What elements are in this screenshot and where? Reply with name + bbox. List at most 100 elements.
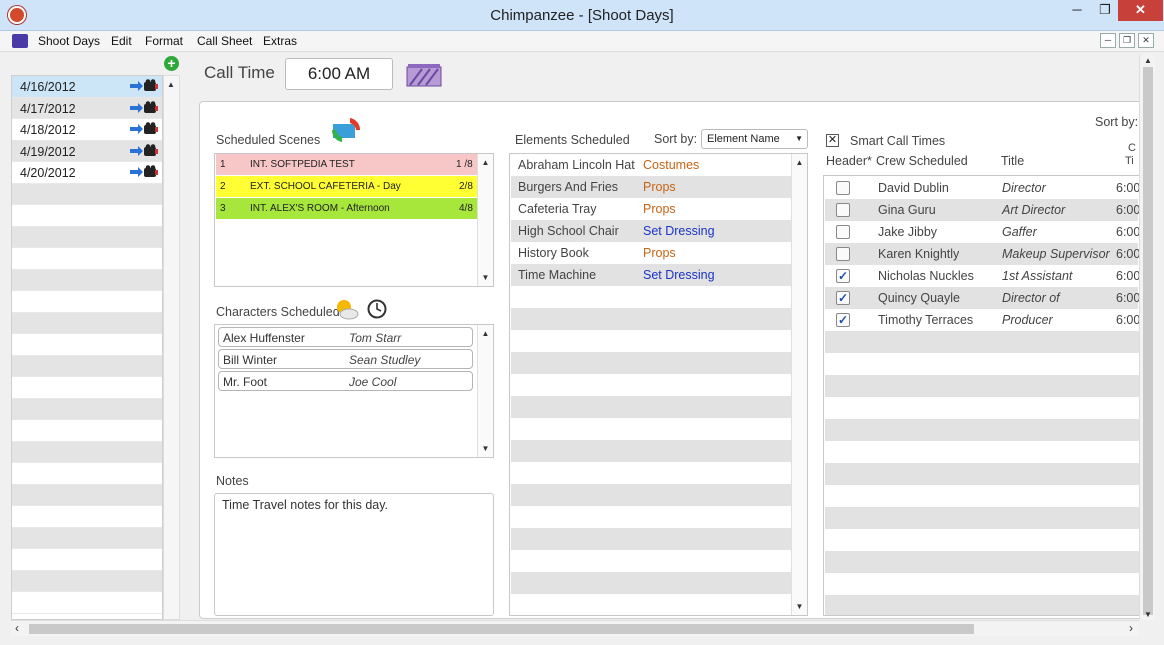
- header-checkbox[interactable]: ✓: [836, 291, 850, 305]
- horizontal-scroll-thumb[interactable]: [29, 624, 974, 634]
- column-header-header[interactable]: Header*: [826, 154, 872, 168]
- main-horizontal-scrollbar[interactable]: ‹ ›: [11, 620, 1139, 636]
- main-vertical-scrollbar[interactable]: ▲ ▼: [1139, 55, 1155, 620]
- document-icon[interactable]: [12, 34, 28, 48]
- scene-row[interactable]: 1 INT. SOFTPEDIA TEST 1 /8: [216, 154, 478, 175]
- shoot-day-row[interactable]: 4/16/2012: [12, 76, 162, 98]
- clapperboard-icon[interactable]: [406, 63, 442, 87]
- character-row[interactable]: Bill Winter Sean Studley: [218, 349, 473, 369]
- crew-name: Gina Guru: [878, 203, 936, 217]
- scene-pages: 2/8: [459, 181, 473, 192]
- refresh-scenes-icon[interactable]: [330, 116, 362, 144]
- scene-heading: INT. ALEX'S ROOM - Afternoon: [250, 203, 390, 214]
- crew-row[interactable]: Karen Knightly Makeup Supervisor 6:00: [825, 243, 1140, 265]
- characters-scrollbar[interactable]: ▲ ▼: [477, 325, 493, 457]
- scroll-up-arrow[interactable]: ▲: [478, 329, 493, 338]
- header-checkbox[interactable]: ✓: [836, 313, 850, 327]
- scene-number: 2: [220, 181, 226, 192]
- shoot-day-row[interactable]: 4/20/2012: [12, 162, 162, 184]
- scenes-scrollbar[interactable]: ▲ ▼: [477, 154, 493, 286]
- crew-row[interactable]: David Dublin Director 6:00: [825, 177, 1140, 199]
- menu-shoot-days[interactable]: Shoot Days: [38, 34, 100, 48]
- crew-row[interactable]: ✓ Nicholas Nuckles 1st Assistant 6:00: [825, 265, 1140, 287]
- crew-row[interactable]: ✓ Quincy Quayle Director of 6:00: [825, 287, 1140, 309]
- header-checkbox[interactable]: [836, 225, 850, 239]
- menu-edit[interactable]: Edit: [111, 34, 132, 48]
- scene-row[interactable]: 2 EXT. SCHOOL CAFETERIA - Day 2/8: [216, 176, 478, 197]
- menu-extras[interactable]: Extras: [263, 34, 297, 48]
- element-category: Props: [643, 180, 676, 194]
- scene-number: 1: [220, 159, 226, 170]
- element-row[interactable]: Cafeteria Tray Props: [511, 198, 792, 220]
- call-sheet-camera-icon[interactable]: [129, 79, 159, 94]
- header-checkbox[interactable]: [836, 203, 850, 217]
- shoot-days-list: 4/16/2012 4/17/2012 4/18/2012 4/19/2012 …: [11, 75, 163, 620]
- scene-heading: INT. SOFTPEDIA TEST: [250, 159, 355, 170]
- scroll-up-arrow[interactable]: ▲: [1144, 56, 1152, 65]
- element-name: High School Chair: [518, 224, 619, 238]
- element-row[interactable]: History Book Props: [511, 242, 792, 264]
- mdi-minimize-button[interactable]: ─: [1100, 33, 1116, 48]
- element-row[interactable]: Burgers And Fries Props: [511, 176, 792, 198]
- call-sheet-camera-icon[interactable]: [129, 165, 159, 180]
- shoot-day-date: 4/18/2012: [20, 123, 76, 137]
- scroll-down-arrow[interactable]: ▼: [1144, 610, 1152, 619]
- maximize-button[interactable]: ❐: [1091, 0, 1119, 21]
- elements-scrollbar[interactable]: ▲ ▼: [791, 154, 807, 615]
- minimize-button[interactable]: ─: [1063, 0, 1091, 21]
- call-time-input[interactable]: 6:00 AM: [285, 58, 393, 90]
- scroll-up-arrow[interactable]: ▲: [167, 80, 175, 89]
- crew-name: Jake Jibby: [878, 225, 938, 239]
- weather-icon[interactable]: [333, 297, 359, 321]
- crew-call-time: 6:00: [1116, 203, 1141, 217]
- element-row[interactable]: Time Machine Set Dressing: [511, 264, 792, 286]
- crew-title: Makeup Supervisor: [1002, 247, 1110, 261]
- shoot-day-row[interactable]: 4/19/2012: [12, 140, 162, 162]
- column-header-call[interactable]: C: [1128, 142, 1136, 154]
- elements-sort-dropdown[interactable]: Element Name ▼: [701, 129, 808, 149]
- notes-textarea[interactable]: Time Travel notes for this day.: [214, 493, 494, 616]
- call-sheet-camera-icon[interactable]: [129, 122, 159, 137]
- element-row[interactable]: Abraham Lincoln Hat Costumes: [511, 154, 792, 176]
- close-button[interactable]: ✕: [1118, 0, 1163, 21]
- scene-number: 3: [220, 203, 226, 214]
- call-sheet-camera-icon[interactable]: [129, 143, 159, 159]
- character-row[interactable]: Mr. Foot Joe Cool: [218, 371, 473, 391]
- scroll-up-arrow[interactable]: ▲: [792, 158, 807, 167]
- header-checkbox[interactable]: [836, 181, 850, 195]
- elements-scheduled-label: Elements Scheduled: [515, 133, 630, 147]
- crew-title: Art Director: [1002, 203, 1066, 217]
- crew-row[interactable]: ✓ Timothy Terraces Producer 6:00: [825, 309, 1140, 331]
- element-name: Time Machine: [518, 268, 597, 282]
- shoot-day-row[interactable]: 4/17/2012: [12, 97, 162, 119]
- column-header-title[interactable]: Title: [1001, 154, 1024, 168]
- clock-icon[interactable]: [367, 299, 387, 319]
- element-row[interactable]: High School Chair Set Dressing: [511, 220, 792, 242]
- character-row[interactable]: Alex Huffenster Tom Starr: [218, 327, 473, 347]
- notes-label: Notes: [216, 474, 249, 488]
- mdi-restore-button[interactable]: ❐: [1119, 33, 1135, 48]
- column-header-call-time[interactable]: Ti: [1125, 155, 1134, 167]
- smart-call-times-checkbox[interactable]: ✕: [826, 134, 839, 147]
- crew-row[interactable]: Jake Jibby Gaffer 6:00: [825, 221, 1140, 243]
- scene-row[interactable]: 3 INT. ALEX'S ROOM - Afternoon 4/8: [216, 198, 478, 219]
- scroll-right-arrow[interactable]: ›: [1129, 621, 1133, 635]
- scroll-down-arrow[interactable]: ▼: [792, 602, 807, 611]
- mdi-close-button[interactable]: ✕: [1138, 33, 1154, 48]
- add-shoot-day-button[interactable]: +: [164, 56, 179, 71]
- call-sheet-camera-icon[interactable]: [129, 100, 159, 116]
- scroll-left-arrow[interactable]: ‹: [15, 621, 19, 635]
- column-header-crew[interactable]: Crew Scheduled: [876, 154, 968, 168]
- vertical-scroll-thumb[interactable]: [1143, 67, 1153, 615]
- shoot-days-scrollbar[interactable]: ▲: [163, 75, 180, 620]
- scroll-up-arrow[interactable]: ▲: [478, 158, 493, 167]
- scroll-down-arrow[interactable]: ▼: [478, 444, 493, 453]
- menu-format[interactable]: Format: [145, 34, 183, 48]
- header-checkbox[interactable]: [836, 247, 850, 261]
- crew-row[interactable]: Gina Guru Art Director 6:00: [825, 199, 1141, 221]
- scroll-down-arrow[interactable]: ▼: [478, 273, 493, 282]
- shoot-day-row[interactable]: 4/18/2012: [12, 119, 162, 141]
- header-checkbox[interactable]: ✓: [836, 269, 850, 283]
- shoot-day-date: 4/19/2012: [20, 144, 76, 159]
- menu-call-sheet[interactable]: Call Sheet: [197, 34, 252, 48]
